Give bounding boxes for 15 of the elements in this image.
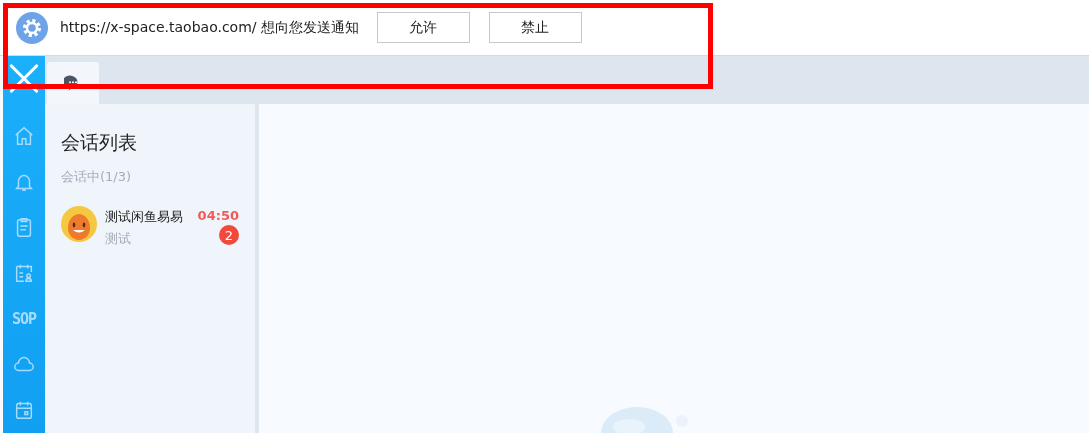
calendar-person-icon bbox=[13, 262, 35, 284]
home-icon bbox=[13, 124, 35, 147]
unread-badge: 2 bbox=[219, 225, 239, 245]
settings-icon bbox=[16, 11, 48, 44]
contact-name: 测试闲鱼易易 bbox=[105, 208, 184, 226]
calendar-icon bbox=[13, 399, 35, 422]
notification-message: https://x-space.taobao.com/ 想向您发送通知 bbox=[60, 18, 359, 37]
message-time: 04:50 bbox=[197, 208, 239, 223]
avatar bbox=[61, 206, 97, 242]
block-button[interactable]: 禁止 bbox=[489, 12, 582, 43]
panel-title: 会话列表 bbox=[61, 130, 138, 155]
section-label: 会话中(1/3) bbox=[61, 168, 133, 186]
message-preview: 测试 bbox=[105, 230, 132, 248]
logo-icon bbox=[7, 62, 41, 96]
allow-button[interactable]: 允许 bbox=[377, 12, 470, 43]
